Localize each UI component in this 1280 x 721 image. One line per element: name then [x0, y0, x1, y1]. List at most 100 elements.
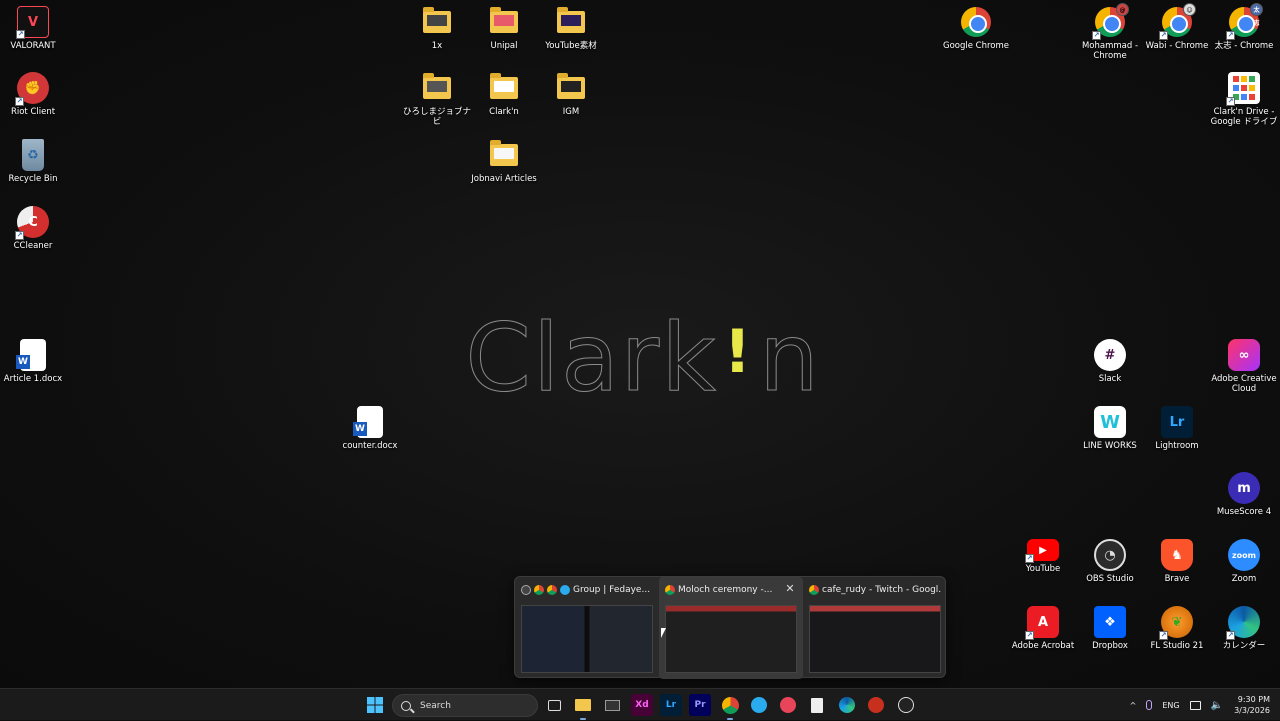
desktop-icon-label: YouTube [1025, 564, 1061, 574]
desktop-icon-label: YouTube素材 [545, 41, 597, 51]
window-icon [604, 699, 620, 711]
wallpaper-logo: Clark! n [465, 303, 821, 413]
desktop-icon-label: 1x [431, 41, 443, 51]
desktop-icon-dropbox[interactable]: ❖ Dropbox [1074, 606, 1146, 651]
desktop-icon-label: counter.docx [342, 441, 398, 451]
preview-window-moloch[interactable]: Moloch ceremony -... ✕ [659, 577, 803, 679]
taskbar-terminal[interactable] [601, 694, 623, 716]
desktop-icon-riot-client[interactable]: ✊ ↗ Riot Client [0, 72, 69, 117]
desktop-icon-chrome-taishi[interactable]: 太志 ↗ 太志 - Chrome [1208, 3, 1280, 51]
preview-thumbnail [521, 605, 653, 673]
desktop-icon-lightroom[interactable]: Lr Lightroom [1141, 406, 1213, 451]
desktop-icon-label: MuseScore 4 [1216, 507, 1272, 517]
desktop-icon-label: Jobnavi Articles [471, 174, 537, 184]
taskbar-edge[interactable] [836, 694, 858, 716]
desktop-icon-brave[interactable]: ♞ Brave [1141, 539, 1213, 584]
desktop-icon-google-chrome[interactable]: Google Chrome [940, 6, 1012, 51]
riot-icon: ✊ ↗ [15, 72, 49, 106]
taskbar-github[interactable] [895, 694, 917, 716]
taskbar-premiere[interactable]: Pr [689, 694, 711, 716]
desktop-icon-label: CCleaner [13, 241, 53, 251]
desktop-icon-label: Slack [1098, 374, 1122, 384]
desktop-icon-label: Recycle Bin [8, 174, 58, 184]
taskbar-file-explorer[interactable] [572, 694, 594, 720]
desktop-icon-recycle-bin[interactable]: ♻ Recycle Bin [0, 139, 69, 184]
desktop-icon-clarkn-drive[interactable]: ↗ Clark'n Drive - Google ドライブ [1208, 72, 1280, 127]
search-placeholder: Search [420, 700, 451, 711]
folder-icon [575, 699, 591, 711]
profile-badge: 太志 [1250, 3, 1263, 27]
app-icon [780, 697, 796, 713]
desktop-icon-counter-docx[interactable]: W counter.docx [334, 406, 406, 451]
taskbar-telegram[interactable] [748, 694, 770, 716]
desktop-icon-valorant[interactable]: V ↗ VALORANT [0, 6, 69, 51]
preview-thumbnail [809, 605, 941, 673]
chrome-icon [534, 585, 544, 595]
youtube-icon: ▶ ↗ [1025, 539, 1059, 563]
desktop-folder-jobnavi[interactable]: Jobnavi Articles [468, 139, 540, 184]
desktop-folder-clarkn[interactable]: Clark'n [468, 72, 540, 117]
start-button[interactable] [364, 694, 386, 716]
desktop-folder-hiroshima[interactable]: ひろしまジョブナビ [401, 72, 473, 127]
desktop-folder-1x[interactable]: 1x [401, 6, 473, 51]
chrome-icon [809, 585, 819, 595]
clock-time: 9:30 PM [1237, 695, 1270, 704]
clock[interactable]: 9:30 PM 3/3/2026 [1234, 694, 1270, 716]
network-icon[interactable] [1189, 700, 1201, 710]
task-view-icon [547, 699, 561, 711]
folder-icon [421, 6, 453, 38]
language-indicator[interactable]: ENG [1162, 701, 1179, 710]
telegram-icon [560, 585, 570, 595]
lineworks-icon: W [1094, 406, 1126, 438]
chrome-icon [665, 585, 675, 595]
folder-icon [488, 6, 520, 38]
desktop-folder-youtube-material[interactable]: YouTube素材 [535, 6, 607, 51]
desktop-icon-obs[interactable]: ◔ OBS Studio [1074, 539, 1146, 584]
desktop-icon-adobe-cc[interactable]: ∞ Adobe Creative Cloud [1208, 339, 1280, 394]
desktop-icon-flstudio[interactable]: ❦ ↗ FL Studio 21 [1141, 606, 1213, 651]
desktop-icon-calendar-edge[interactable]: ↗ カレンダー [1208, 606, 1280, 651]
desktop-folder-unipal[interactable]: Unipal [468, 6, 540, 51]
taskbar-adobe-xd[interactable]: Xd [631, 694, 653, 716]
task-view-button[interactable] [543, 694, 565, 716]
ccleaner-icon: C ↗ [15, 206, 49, 240]
chrome-icon [547, 585, 557, 595]
desktop-icon-lineworks[interactable]: W LINE WORKS [1074, 406, 1146, 451]
taskbar-app-red[interactable] [777, 694, 799, 716]
taskbar-lightroom[interactable]: Lr [660, 694, 682, 716]
desktop-icon-label: OBS Studio [1086, 574, 1134, 584]
desktop-folder-igm[interactable]: IGM [535, 72, 607, 117]
desktop-icon-chrome-wabi[interactable]: ☺ ↗ Wabi - Chrome [1141, 3, 1213, 51]
taskbar-notepad[interactable] [806, 694, 828, 716]
volume-icon[interactable]: 🔈 [1211, 700, 1223, 711]
desktop-icon-zoom[interactable]: zoom Zoom [1208, 539, 1280, 584]
desktop-icon-article-docx[interactable]: W Article 1.docx [0, 339, 69, 384]
preview-window-group[interactable]: Group | Fedaye... [515, 577, 659, 679]
desktop-icon-musescore[interactable]: m MuseScore 4 [1208, 472, 1280, 517]
preview-window-twitch[interactable]: cafe_rudy - Twitch - Googl... [803, 577, 947, 679]
microphone-icon[interactable] [1146, 700, 1153, 710]
desktop-icon-label: VALORANT [10, 41, 56, 51]
desktop-icon-youtube[interactable]: ▶ ↗ YouTube [1007, 539, 1079, 574]
dropbox-folder-icon: ❖ [1094, 606, 1126, 638]
desktop-icon-acrobat[interactable]: A ↗ Adobe Acrobat [1007, 606, 1079, 651]
desktop: Clark! n V ↗ VALORANT ✊ ↗ Riot Client ♻ Rec… [0, 0, 1280, 688]
desktop-icon-slack[interactable]: # Slack [1074, 339, 1146, 384]
desktop-icon-chrome-mohammad[interactable]: @ ↗ Mohammad - Chrome [1074, 3, 1146, 61]
search-icon [401, 700, 411, 711]
telegram-icon [751, 697, 767, 713]
folder-icon [555, 6, 587, 38]
desktop-icon-label: Clark'n [489, 107, 519, 117]
desktop-icon-label: Unipal [490, 41, 518, 51]
musescore-icon: m [1228, 472, 1260, 504]
close-icon[interactable]: ✕ [783, 582, 797, 596]
desktop-icon-ccleaner[interactable]: C ↗ CCleaner [0, 206, 69, 251]
show-hidden-icons-chevron-icon[interactable]: ^ [1130, 701, 1137, 710]
folder-icon [421, 72, 453, 104]
creative-cloud-icon: ∞ [1228, 339, 1260, 371]
taskbar-search[interactable]: Search [392, 694, 538, 717]
google-apps-icon: ↗ [1226, 72, 1260, 106]
preview-title: cafe_rudy - Twitch - Googl... [822, 585, 941, 595]
taskbar-app-notify[interactable] [865, 694, 887, 716]
taskbar-chrome[interactable] [719, 694, 741, 720]
